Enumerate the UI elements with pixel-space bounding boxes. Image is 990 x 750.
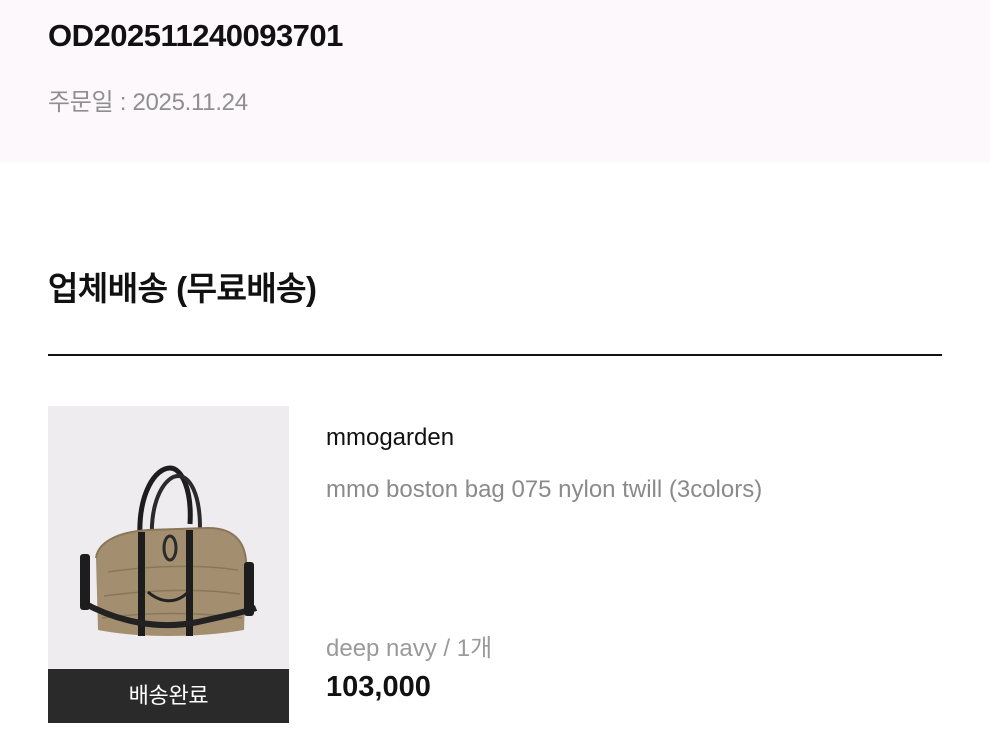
product-name[interactable]: mmo boston bag 075 nylon twill (3colors) [326,476,762,504]
delivery-status-badge: 배송완료 [48,669,289,723]
order-date: 주문일 : 2025.11.24 [48,89,248,116]
product-price: 103,000 [326,671,431,703]
section-divider [48,354,942,356]
order-number: OD202511240093701 [48,18,343,53]
shipping-section-title: 업체배송 (무료배송) [48,270,317,307]
order-header: OD202511240093701 주문일 : 2025.11.24 [0,0,990,162]
boston-bag-image [80,465,258,636]
product-option: deep navy / 1개 [326,635,493,662]
brand-name[interactable]: mmogarden [326,424,454,452]
product-thumbnail[interactable]: 배송완료 [48,406,289,723]
